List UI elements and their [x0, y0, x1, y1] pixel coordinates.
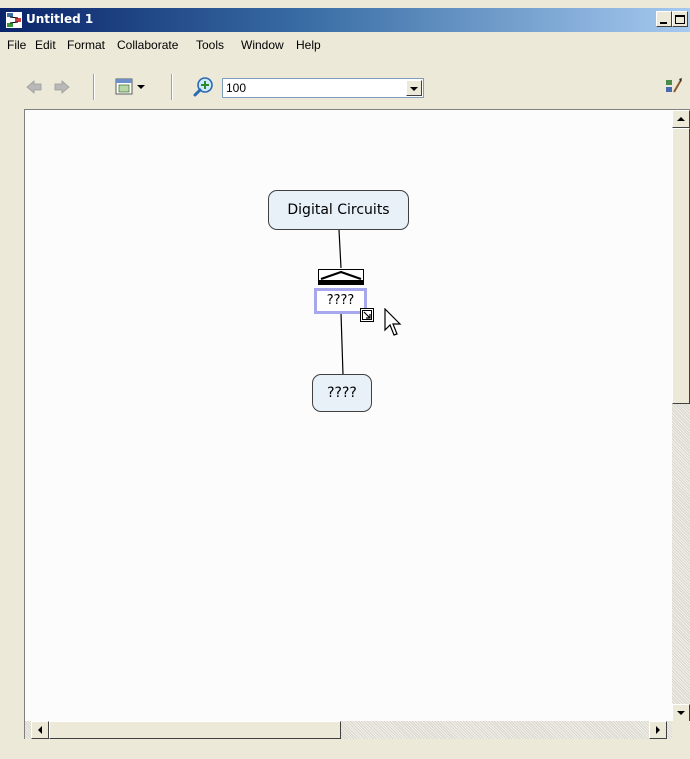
- zoom-dropdown-button[interactable]: [406, 80, 422, 96]
- concept-node-root[interactable]: Digital Circuits: [268, 190, 409, 230]
- concept-label: Digital Circuits: [287, 202, 390, 218]
- scrollbar-corner: [672, 721, 690, 739]
- menu-bar: File Edit Format Collaborate Tools Windo…: [0, 34, 690, 56]
- concept-node-child[interactable]: ????: [312, 374, 372, 412]
- menu-edit[interactable]: Edit: [35, 38, 56, 52]
- title-bar[interactable]: Untitled 1: [0, 8, 690, 32]
- menu-tools[interactable]: Tools: [196, 38, 224, 52]
- view-mode-icon[interactable]: [113, 76, 149, 98]
- link-line-lower: [340, 312, 344, 376]
- link-phrase-label: ????: [326, 293, 355, 308]
- window-title: Untitled 1: [26, 12, 94, 26]
- menu-help[interactable]: Help: [296, 38, 321, 52]
- minimize-icon: [660, 22, 667, 24]
- menu-window[interactable]: Window: [241, 38, 284, 52]
- concept-label: ????: [327, 385, 357, 401]
- mouse-cursor-icon: [384, 308, 402, 336]
- resize-handle-icon[interactable]: [360, 308, 374, 322]
- scroll-up-button[interactable]: [672, 110, 690, 128]
- vertical-scroll-thumb[interactable]: [672, 128, 690, 404]
- zoom-value: 100: [226, 81, 247, 95]
- horizontal-scroll-thumb[interactable]: [49, 721, 341, 739]
- maximize-button[interactable]: [672, 11, 688, 27]
- link-drag-handle-icon[interactable]: [318, 269, 364, 285]
- scroll-left-button[interactable]: [31, 721, 49, 739]
- toolbar-separator: [171, 74, 173, 100]
- horizontal-scrollbar[interactable]: [25, 721, 673, 739]
- arrow-down-icon: [677, 711, 685, 715]
- scroll-down-button[interactable]: [672, 704, 690, 722]
- arrow-up-icon: [677, 117, 685, 121]
- scroll-right-button[interactable]: [649, 721, 667, 739]
- maximize-icon: [675, 15, 685, 24]
- vertical-scrollbar[interactable]: [672, 110, 690, 722]
- map-canvas-frame: Digital Circuits ???? ????: [24, 109, 690, 739]
- map-canvas[interactable]: Digital Circuits ???? ????: [25, 110, 671, 722]
- link-line-upper: [338, 229, 342, 269]
- toolbar: 100: [0, 64, 690, 108]
- minimize-button[interactable]: [656, 11, 672, 27]
- toolbar-separator: [93, 74, 95, 100]
- menu-collaborate[interactable]: Collaborate: [117, 38, 178, 52]
- zoom-select[interactable]: 100: [222, 78, 424, 98]
- zoom-in-icon[interactable]: [193, 76, 215, 98]
- chevron-down-icon: [410, 87, 418, 91]
- menu-file[interactable]: File: [7, 38, 26, 52]
- forward-arrow-icon[interactable]: [53, 79, 71, 95]
- cmap-app-icon: [6, 12, 22, 28]
- arrow-left-icon: [38, 726, 42, 734]
- app-window: Untitled 1 File Edit Format Collaborate …: [0, 0, 690, 759]
- back-arrow-icon[interactable]: [25, 79, 43, 95]
- arrow-right-icon: [656, 726, 660, 734]
- menu-format[interactable]: Format: [67, 38, 105, 52]
- styles-palette-icon[interactable]: [664, 76, 684, 96]
